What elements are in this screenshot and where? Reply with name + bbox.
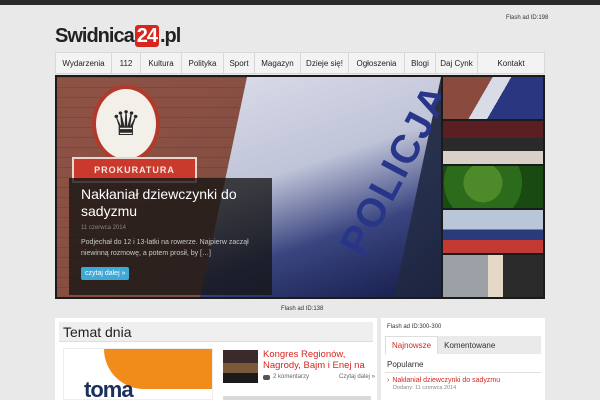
nav-item-polityka[interactable]: Polityka (182, 53, 224, 73)
popular-item-title: Nakłaniał dziewczynki do sadyzmu (392, 377, 501, 384)
promo-banner[interactable]: toma (63, 348, 213, 400)
logo-text-pl: .pl (159, 24, 181, 47)
tab-najnowsze[interactable]: Najnowsze (385, 336, 439, 354)
bullet-arrow-icon: › (387, 377, 390, 384)
article-comments-count: 2 komentarzy (273, 374, 310, 380)
slide-excerpt: Podjechał do 12 i 13-latki na rowerze. N… (81, 239, 249, 257)
nav-item-kontakt[interactable]: Kontakt (478, 53, 544, 73)
sidebar: Flash ad ID:300-300 Najnowsze Komentowan… (381, 318, 545, 400)
flash-ad-side: Flash ad ID:300-300 (387, 324, 442, 330)
popular-item[interactable]: › Nakłaniał dziewczynki do sadyzmu (387, 377, 500, 384)
article-read-more[interactable]: Czytaj dalej » (339, 374, 375, 380)
flash-ad-mid: Flash ad ID:138 (281, 306, 324, 312)
nav-item-kultura[interactable]: Kultura (141, 53, 182, 73)
read-more-button[interactable]: czytaj dalej » (81, 267, 130, 280)
nav-item-112[interactable]: 112 (112, 53, 141, 73)
popular-item-meta: Dodany: 11 czerwca 2014 (393, 385, 457, 391)
logo-text-24: 24 (134, 25, 159, 47)
main-nav: Wydarzenia 112 Kultura Polityka Sport Ma… (55, 52, 545, 74)
nav-item-wydarzenia[interactable]: Wydarzenia (56, 53, 112, 73)
slider-thumb-5[interactable] (443, 254, 543, 297)
slide-caption: Nakłaniał dziewczynki do sadyzmu 11 czer… (69, 178, 272, 295)
slider-thumbnails (443, 77, 543, 297)
article-thumbnail[interactable] (223, 350, 258, 383)
nav-item-dzieje-sie[interactable]: Dzieje się! (301, 53, 349, 73)
comment-icon (263, 374, 270, 380)
slider-thumb-3[interactable] (443, 165, 543, 209)
logo-text-swidnica: Swidnica (55, 24, 135, 47)
nav-item-magazyn[interactable]: Magazyn (255, 53, 301, 73)
sidebar-tabs: Najnowsze Komentowane (385, 336, 541, 354)
section-title: Temat dnia (59, 322, 373, 342)
tab-komentowane[interactable]: Komentowane (438, 336, 501, 354)
article-comments[interactable]: 2 komentarzy (263, 374, 309, 380)
slide-title[interactable]: Nakłaniał dziewczynki do sadyzmu (81, 186, 260, 220)
hero-image[interactable]: ♛ PROKURATURA POLICJA Nakłaniał dziewczy… (57, 77, 441, 297)
nav-item-ogloszenia[interactable]: Ogłoszenia (349, 53, 405, 73)
flash-ad-top: Flash ad ID:198 (506, 15, 549, 21)
hero-emblem: ♛ (92, 85, 160, 163)
next-article-placeholder (223, 396, 371, 400)
top-bar (0, 0, 600, 5)
slider-thumb-4[interactable] (443, 210, 543, 253)
divider (385, 372, 541, 373)
eagle-icon: ♛ (110, 105, 142, 143)
nav-item-blogi[interactable]: Blogi (405, 53, 436, 73)
popular-heading[interactable]: Popularne (387, 360, 423, 369)
article-title[interactable]: Kongres Regionów, Nagrody, Bajm i Enej n… (263, 349, 371, 371)
featured-slider: ♛ PROKURATURA POLICJA Nakłaniał dziewczy… (55, 75, 545, 299)
nav-item-daj-cynk[interactable]: Daj Cynk (436, 53, 478, 73)
main-content: Temat dnia toma Kongres Regionów, Nagrod… (55, 318, 377, 400)
site-logo[interactable]: Swidnica 24 .pl (55, 24, 181, 48)
slider-thumb-2[interactable] (443, 121, 543, 164)
promo-logo-text: toma (84, 377, 134, 400)
nav-item-sport[interactable]: Sport (224, 53, 255, 73)
slide-date: 11 czerwca 2014 (81, 225, 126, 231)
slider-thumb-1[interactable] (443, 77, 543, 120)
